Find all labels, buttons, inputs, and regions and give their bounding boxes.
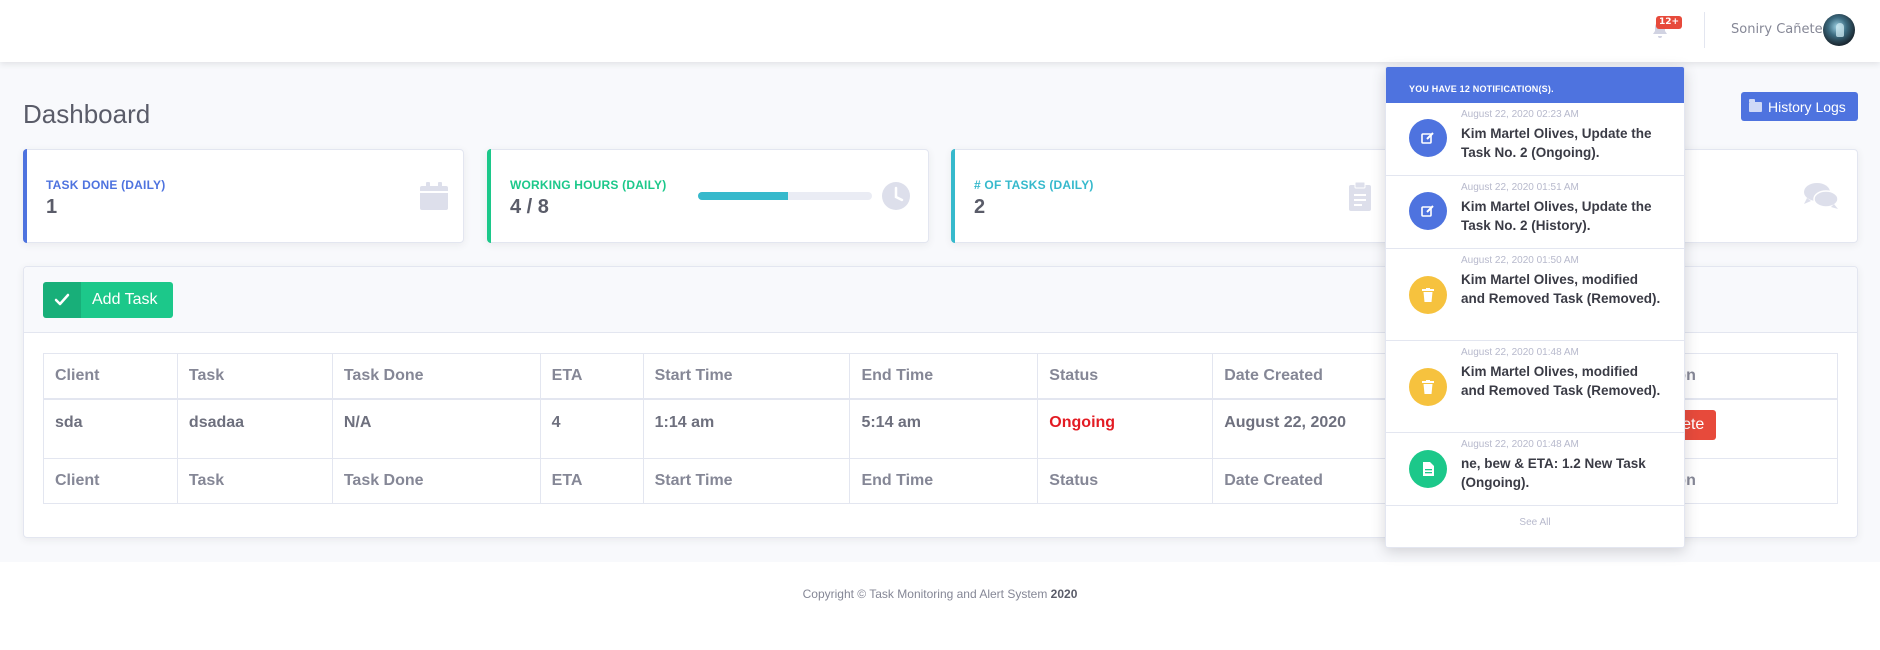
column-footer: Task	[176, 458, 333, 504]
column-footer: ETA	[539, 458, 644, 504]
topbar: 12+ Soniry Cañete	[0, 0, 1880, 62]
folder-icon	[1749, 98, 1762, 112]
notification-text: ne, bew & ETA: 1.2 New Task (Ongoing).	[1461, 456, 1646, 490]
history-logs-button[interactable]: History Logs	[1741, 92, 1858, 121]
card-accent	[487, 149, 491, 243]
calendar-icon	[420, 182, 448, 210]
notification-item[interactable]: August 22, 2020 01:48 AM Kim Martel Oliv…	[1386, 341, 1684, 433]
copyright-text: Copyright © Task Monitoring and Alert Sy…	[802, 587, 1051, 601]
column-header[interactable]: Task	[176, 353, 333, 400]
card-accent	[951, 149, 955, 243]
notification-item[interactable]: August 22, 2020 01:51 AM Kim Martel Oliv…	[1386, 176, 1684, 249]
column-footer: Status	[1037, 458, 1214, 504]
clock-icon	[882, 182, 910, 210]
notification-text: Kim Martel Olives, Update the Task No. 2…	[1461, 199, 1652, 233]
topbar-divider	[1704, 12, 1705, 48]
column-footer: Start Time	[642, 458, 851, 504]
see-all-link[interactable]: See All	[1386, 506, 1684, 536]
status-badge: Ongoing	[1037, 398, 1214, 459]
add-task-button[interactable]: Add Task	[43, 282, 173, 318]
cell-client: sda	[43, 398, 178, 459]
footer: Copyright © Task Monitoring and Alert Sy…	[0, 587, 1880, 601]
avatar[interactable]	[1823, 14, 1855, 46]
copyright-year: 2020	[1050, 587, 1078, 601]
notifications-header: You have 12 notification(s).	[1386, 67, 1684, 103]
cell-task: dsadaa	[176, 398, 333, 459]
column-header[interactable]: Start Time	[642, 353, 851, 400]
cell-task-done: N/A	[331, 398, 541, 459]
card-label: Task Done (Daily)	[46, 178, 166, 192]
page-title: Dashboard	[23, 99, 151, 129]
trash-icon	[1409, 368, 1447, 406]
card-value: 2	[974, 196, 986, 218]
edit-icon	[1409, 192, 1447, 230]
file-icon	[1409, 450, 1447, 488]
card-task-done: Task Done (Daily) 1	[23, 149, 464, 243]
notification-item[interactable]: August 22, 2020 02:23 AM Kim Martel Oliv…	[1386, 103, 1684, 176]
notification-date: August 22, 2020 01:51 AM	[1461, 182, 1579, 193]
notification-date: August 22, 2020 01:50 AM	[1461, 255, 1579, 266]
card-number-of-tasks: # of Tasks (Daily) 2	[951, 149, 1393, 243]
add-task-label: Add Task	[92, 291, 158, 308]
notification-item[interactable]: August 22, 2020 01:48 AM ne, bew & ETA: …	[1386, 433, 1684, 506]
column-header[interactable]: End Time	[849, 353, 1039, 400]
cell-start-time: 1:14 am	[642, 398, 851, 459]
notification-date: August 22, 2020 02:23 AM	[1461, 109, 1579, 120]
card-label: Working Hours (Daily)	[510, 178, 667, 192]
notification-text: Kim Martel Olives, Update the Task No. 2…	[1461, 126, 1652, 160]
user-name[interactable]: Soniry Cañete	[1731, 22, 1823, 37]
cell-eta: 4	[539, 398, 644, 459]
notification-text: Kim Martel Olives, modified and Removed …	[1461, 364, 1661, 398]
notification-item[interactable]: August 22, 2020 01:50 AM Kim Martel Oliv…	[1386, 249, 1684, 341]
notification-date: August 22, 2020 01:48 AM	[1461, 347, 1579, 358]
card-accent	[23, 149, 27, 243]
progress-fill	[698, 192, 789, 200]
notifications-dropdown: You have 12 notification(s). August 22, …	[1385, 66, 1685, 548]
column-footer: Task Done	[331, 458, 541, 504]
column-header[interactable]: Status	[1037, 353, 1214, 400]
cell-end-time: 5:14 am	[849, 398, 1039, 459]
notification-date: August 22, 2020 01:48 AM	[1461, 439, 1579, 450]
clipboard-icon	[1349, 181, 1371, 211]
card-label: # of Tasks (Daily)	[974, 178, 1094, 192]
notification-count-badge: 12+	[1656, 16, 1683, 29]
notification-text: Kim Martel Olives, modified and Removed …	[1461, 272, 1661, 306]
column-header[interactable]: ETA	[539, 353, 644, 400]
check-icon	[43, 282, 81, 318]
edit-icon	[1409, 119, 1447, 157]
column-footer: Client	[43, 458, 178, 504]
card-value: 4 / 8	[510, 196, 549, 218]
history-logs-label: History Logs	[1768, 98, 1846, 115]
card-value: 1	[46, 196, 58, 218]
working-hours-progress	[698, 192, 872, 200]
column-header[interactable]: Task Done	[331, 353, 541, 400]
card-working-hours: Working Hours (Daily) 4 / 8	[487, 149, 929, 243]
comments-icon	[1804, 183, 1839, 209]
trash-icon	[1409, 276, 1447, 314]
column-header[interactable]: Client	[43, 353, 178, 400]
column-footer: End Time	[849, 458, 1039, 504]
